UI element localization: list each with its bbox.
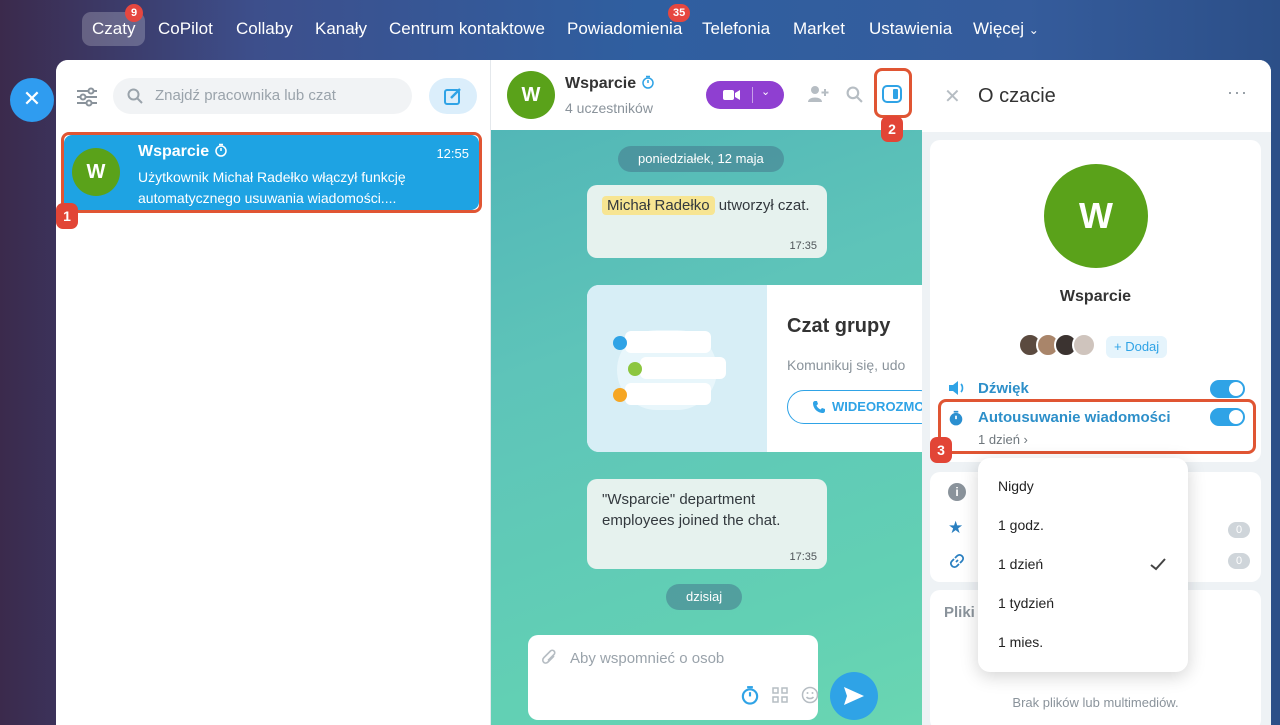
message-input-box[interactable]: Aby wspomnieć o osob [528, 635, 819, 720]
autodelete-dropdown-menu: Nigdy 1 godz. 1 dzień 1 tydzień 1 mies. [978, 458, 1188, 672]
chat-header: W Wsparcie 4 uczestników ⌄ [491, 60, 922, 130]
chevron-down-icon: ⌄ [1028, 23, 1039, 37]
info-icon: i [948, 483, 966, 501]
edit-icon [444, 88, 461, 105]
top-navigation: Czaty 9 CoPilot Collaby Kanały Centrum k… [0, 0, 1280, 60]
dropdown-option[interactable]: Nigdy [998, 478, 1034, 494]
new-chat-button[interactable] [429, 78, 477, 114]
member-avatars[interactable] [1018, 333, 1104, 357]
card-title: Czat grupy [787, 315, 891, 337]
sound-toggle[interactable] [1210, 380, 1245, 398]
message-text: utworzył czat. [714, 197, 810, 214]
highlight-box-3 [938, 399, 1256, 454]
member-avatar [1072, 333, 1096, 357]
close-icon[interactable]: ✕ [944, 84, 961, 109]
nav-item-market[interactable]: Market [793, 19, 845, 39]
nav-item-telefonia[interactable]: Telefonia [702, 19, 770, 39]
search-icon[interactable] [846, 86, 863, 103]
message-time: 17:35 [789, 240, 817, 252]
more-menu-icon[interactable]: ··· [1227, 82, 1248, 103]
group-chat-card: Czat grupy Komunikuj się, udo WIDEOROZMO [587, 285, 922, 452]
mention-name[interactable]: Michał Radełko [602, 196, 715, 215]
timer-icon [641, 75, 654, 89]
group-chat-illustration [587, 285, 767, 452]
send-button[interactable] [830, 672, 878, 720]
profile-avatar: W [1044, 164, 1148, 268]
system-message-joined: "Wsparcie" department employees joined t… [587, 479, 827, 569]
step-marker-3: 3 [930, 437, 952, 463]
card-text: Komunikuj się, udo [787, 357, 906, 373]
video-call-button[interactable]: ⌄ [706, 81, 784, 109]
nav-item-centrum-kontaktowe[interactable]: Centrum kontaktowe [389, 19, 545, 39]
highlight-box-2 [874, 68, 912, 118]
checkmark-icon [1150, 558, 1166, 571]
date-separator: poniedziałek, 12 maja [618, 146, 784, 172]
chat-avatar: W [507, 71, 555, 119]
info-title: O czacie [978, 85, 1056, 107]
participants-count: 4 uczestników [565, 100, 653, 116]
nav-item-copilot[interactable]: CoPilot [158, 19, 213, 39]
emoji-icon[interactable] [801, 686, 819, 704]
chevron-down-icon[interactable]: ⌄ [761, 85, 770, 98]
message-text: "Wsparcie" department employees joined t… [602, 491, 781, 529]
profile-name: Wsparcie [1059, 288, 1132, 305]
filter-icon[interactable] [76, 87, 98, 107]
chat-panel: W Wsparcie 4 uczestników ⌄ 2 poniedziałe… [491, 60, 922, 725]
nav-item-wiecej[interactable]: Więcej ⌄ [973, 19, 1039, 39]
search-input[interactable]: Znajdź pracownika lub czat [113, 78, 412, 114]
timer-icon[interactable] [740, 685, 760, 705]
video-call-card-button[interactable]: WIDEOROZMO [787, 390, 922, 424]
search-placeholder: Znajdź pracownika lub czat [155, 87, 336, 104]
add-member-button[interactable]: + Dodaj [1106, 336, 1168, 358]
message-input-placeholder: Aby wspomnieć o osob [570, 650, 725, 667]
apps-grid-icon[interactable] [772, 687, 788, 703]
links-count: 0 [1228, 553, 1250, 569]
nav-item-powiadomienia[interactable]: Powiadomienia [567, 19, 682, 39]
close-slider-button[interactable]: ✕ [10, 78, 54, 122]
chat-list-panel: Znajdź pracownika lub czat W Wsparcie 12… [56, 60, 491, 725]
nav-item-kanaly[interactable]: Kanały [315, 19, 367, 39]
paperclip-icon[interactable] [542, 649, 558, 667]
step-marker-1: 1 [56, 203, 78, 229]
dropdown-option[interactable]: 1 mies. [998, 634, 1043, 650]
nav-item-ustawienia[interactable]: Ustawienia [869, 19, 952, 39]
nav-badge-powiadomienia: 35 [668, 4, 691, 22]
sound-label: Dźwięk [978, 380, 1029, 397]
star-icon: ★ [948, 518, 964, 537]
phone-icon [813, 401, 825, 413]
step-marker-2: 2 [881, 116, 903, 142]
video-camera-icon [723, 90, 740, 100]
date-separator-today: dzisiaj [666, 584, 743, 610]
favorites-count: 0 [1228, 522, 1250, 538]
no-files-text: Brak plików lub multimediów. [1012, 695, 1179, 710]
dropdown-option[interactable]: 1 tydzień [998, 595, 1054, 611]
system-message-created: Michał Radełko utworzył czat. 17:35 [587, 185, 827, 258]
files-label: Pliki [944, 604, 975, 621]
dropdown-option-selected[interactable]: 1 dzień [998, 556, 1043, 572]
info-header: ✕ O czacie ··· [922, 60, 1271, 132]
speaker-icon [949, 381, 964, 395]
link-icon [949, 553, 965, 569]
search-icon [127, 88, 143, 104]
message-time: 17:35 [789, 551, 817, 563]
chat-title: Wsparcie [565, 75, 655, 93]
send-icon [844, 687, 864, 705]
highlight-box-1 [61, 132, 482, 213]
add-user-icon[interactable] [807, 84, 829, 104]
nav-item-collaby[interactable]: Collaby [236, 19, 293, 39]
nav-badge-czaty: 9 [125, 4, 143, 22]
dropdown-option[interactable]: 1 godz. [998, 517, 1044, 533]
